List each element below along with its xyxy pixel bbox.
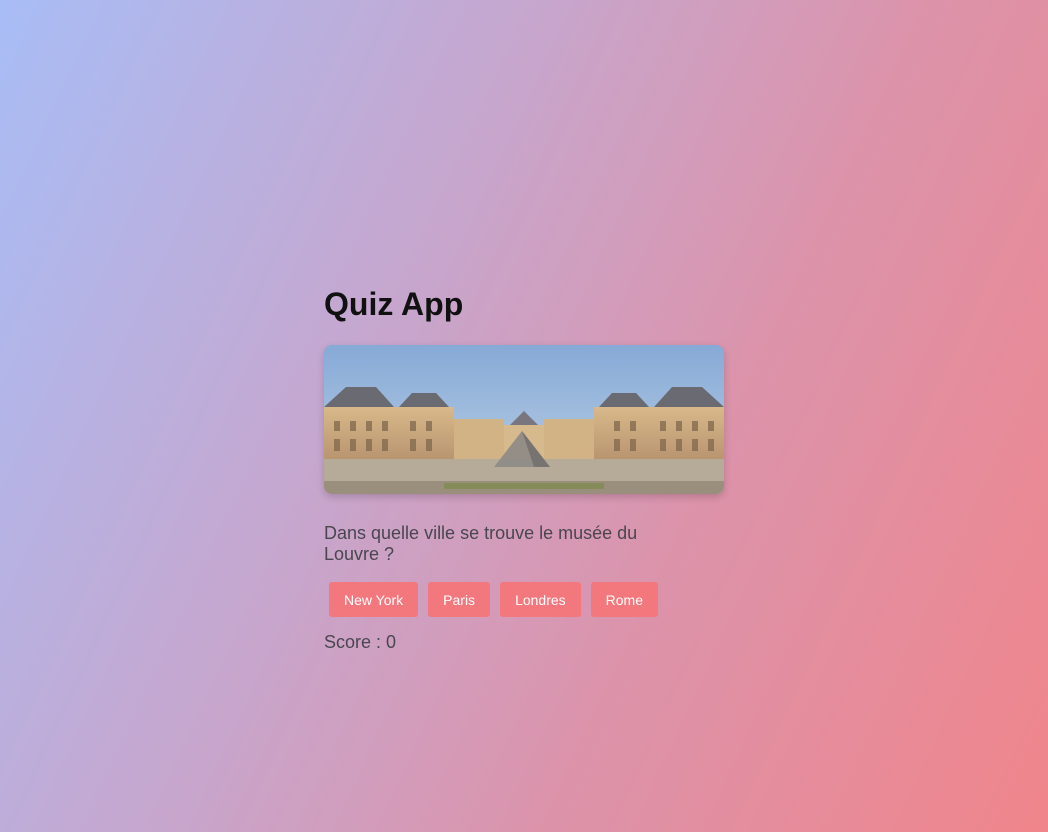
answer-button-londres[interactable]: Londres xyxy=(500,582,581,617)
louvre-photo xyxy=(324,345,724,494)
page-title: Quiz App xyxy=(324,286,464,322)
quiz-container: Quiz App Dans quelle ville se trouve le … xyxy=(324,282,724,652)
answer-button-paris[interactable]: Paris xyxy=(428,582,491,617)
score-display: Score : 0 xyxy=(324,632,397,652)
answer-options: New York Paris Londres Rome xyxy=(329,582,659,617)
question-image xyxy=(324,345,724,494)
answer-button-new-york[interactable]: New York xyxy=(329,582,419,617)
answer-button-rome[interactable]: Rome xyxy=(590,582,659,617)
question-text: Dans quelle ville se trouve le musée du … xyxy=(324,523,638,564)
